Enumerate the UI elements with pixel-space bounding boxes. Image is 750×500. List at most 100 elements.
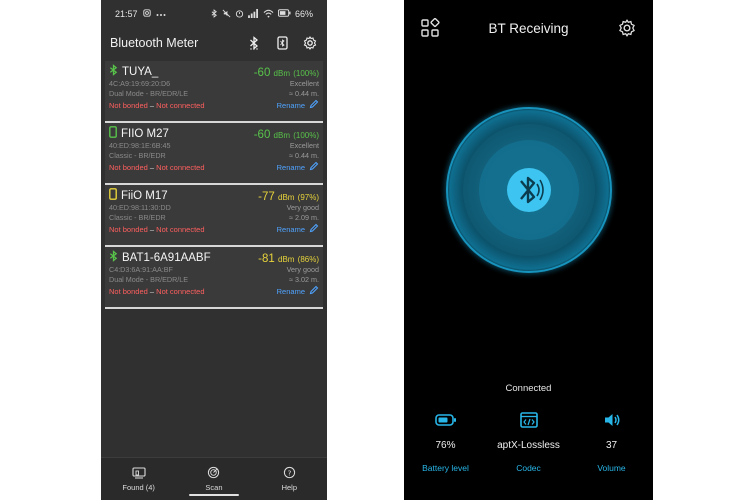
nav-help[interactable]: ? Help <box>259 458 319 500</box>
device-distance: ≈ 2.09 m. <box>289 213 319 222</box>
battery-value: 76% <box>435 440 456 451</box>
phone-icon <box>109 126 117 141</box>
mute-icon <box>222 9 231 20</box>
codec-label: Codec <box>516 463 541 473</box>
svg-text:?: ? <box>287 468 291 477</box>
connection-status: Not connected <box>156 163 205 172</box>
battery-status-icon <box>277 9 291 19</box>
rename-label: Rename <box>276 163 305 172</box>
nav-help-label: Help <box>281 483 298 492</box>
pencil-icon <box>309 161 319 175</box>
nav-found[interactable]: Found (4) <box>109 458 169 500</box>
stats-row: 76% Battery level aptX-Lossless Codec 37… <box>404 410 653 473</box>
signal-unit: dBm <box>273 131 290 140</box>
stat-volume: 37 Volume <box>572 410 652 473</box>
device-name: BAT1-6A91AABF <box>122 251 211 264</box>
device-name: TUYA_ <box>122 65 159 78</box>
connection-status: Not connected <box>156 101 205 110</box>
mac-address: C4:D3:6A:91:AA:BF <box>109 265 173 274</box>
signal-unit: dBm <box>278 255 295 264</box>
signal-dbm: -77 <box>258 191 275 203</box>
app-header: Bluetooth Meter <box>101 28 327 58</box>
status-separator: – <box>149 101 155 110</box>
device-item[interactable]: BAT1-6A91AABF -81 dBm (86%) C4:D3:6A:91:AA… <box>105 247 323 309</box>
signal-percent: (86%) <box>297 255 319 264</box>
signal-dbm: -60 <box>253 129 271 141</box>
device-distance: ≈ 0.44 m. <box>289 89 319 98</box>
bluetooth-icon <box>109 64 118 79</box>
battery-percent: 66% <box>294 9 313 19</box>
device-item[interactable]: TUYA_ -60 dBm (100%) 4C:A9:19:69:20:D6 Exce… <box>105 61 323 123</box>
help-icon: ? <box>283 466 296 481</box>
scan-icon <box>207 466 220 481</box>
device-mode: Classic - BR/EDR <box>109 213 166 222</box>
device-item[interactable]: FIIO M27 -60 dBm (100%) 40:ED:98:1E:6B:45 E… <box>105 123 323 185</box>
instagram-icon <box>142 9 151 19</box>
nav-found-label: Found (4) <box>122 482 155 492</box>
home-indicator <box>189 494 239 496</box>
bt-receiving-screen: BT Receiving Connected 76% Battery level… <box>404 0 653 500</box>
signal-unit: dBm <box>278 193 295 202</box>
device-name: FIIO M27 <box>121 127 169 140</box>
bluetooth-icon <box>109 250 118 265</box>
mac-address: 40:ED:98:11:30:DD <box>109 203 171 212</box>
rename-label: Rename <box>276 225 305 234</box>
mac-address: 4C:A9:19:69:20:D6 <box>109 79 171 88</box>
bond-status: Not bonded <box>109 287 148 296</box>
signal-percent: (100%) <box>293 131 319 140</box>
signal-dbm: -81 <box>258 253 275 265</box>
signal-percent: (100%) <box>293 69 319 78</box>
device-settings-icon[interactable] <box>274 35 290 51</box>
signal-unit: dBm <box>273 69 290 78</box>
pencil-icon <box>309 223 319 237</box>
signal-icon <box>248 8 259 20</box>
devices-icon <box>132 466 146 481</box>
alarm-icon <box>235 9 244 20</box>
gear-icon[interactable] <box>617 18 637 38</box>
volume-icon <box>603 410 621 430</box>
signal-percent: (97%) <box>297 193 319 202</box>
rename-label: Rename <box>276 287 305 296</box>
bluetooth-toggle-icon[interactable] <box>246 35 262 51</box>
device-item[interactable]: FiiO M17 -77 dBm (97%) 40:ED:98:11:30:DD Ve… <box>105 185 323 247</box>
status-time: 21:57 <box>115 9 138 19</box>
connection-status: Not connected <box>156 287 205 296</box>
bluetooth-meter-screen: 21:57 66% Bluetooth Meter TUYA_ -60 dBm … <box>101 0 327 500</box>
apps-grid-icon[interactable] <box>420 18 440 38</box>
device-name: FiiO M17 <box>121 189 168 202</box>
device-list: TUYA_ -60 dBm (100%) 4C:A9:19:69:20:D6 Exce… <box>101 61 327 309</box>
bond-status: Not bonded <box>109 225 148 234</box>
battery-label: Battery level <box>422 463 469 473</box>
rename-button[interactable]: Rename <box>277 285 319 299</box>
status-separator: – <box>149 163 155 172</box>
rename-button[interactable]: Rename <box>277 223 319 237</box>
page-title: Bluetooth Meter <box>110 36 199 50</box>
mac-address: 40:ED:98:1E:6B:45 <box>109 141 171 150</box>
bond-status: Not bonded <box>109 101 148 110</box>
volume-label: Volume <box>597 463 626 473</box>
bluetooth-orb[interactable] <box>429 100 629 300</box>
connection-status: Connected <box>505 383 552 394</box>
connection-status: Not connected <box>156 225 205 234</box>
device-mode: Classic - BR/EDR <box>109 151 166 160</box>
signal-quality: Very good <box>286 265 319 274</box>
more-dots-icon <box>156 9 166 19</box>
battery-icon <box>434 410 457 430</box>
status-separator: – <box>149 287 155 296</box>
volume-value: 37 <box>605 440 618 451</box>
device-mode: Dual Mode - BR/EDR/LE <box>109 89 189 98</box>
rename-button[interactable]: Rename <box>277 161 319 175</box>
gear-icon[interactable] <box>302 35 318 51</box>
rename-button[interactable]: Rename <box>277 99 319 113</box>
device-distance: ≈ 0.44 m. <box>289 151 319 160</box>
pencil-icon <box>309 285 319 299</box>
bluetooth-status-icon <box>211 8 218 20</box>
stat-codec: aptX-Lossless Codec <box>489 410 569 473</box>
signal-quality: Excellent <box>289 79 319 88</box>
codec-value: aptX-Lossless <box>497 440 560 451</box>
bond-status: Not bonded <box>109 163 148 172</box>
status-separator: – <box>149 225 155 234</box>
codec-icon <box>519 410 538 430</box>
page-title: BT Receiving <box>488 20 569 36</box>
device-distance: ≈ 3.02 m. <box>289 275 319 284</box>
